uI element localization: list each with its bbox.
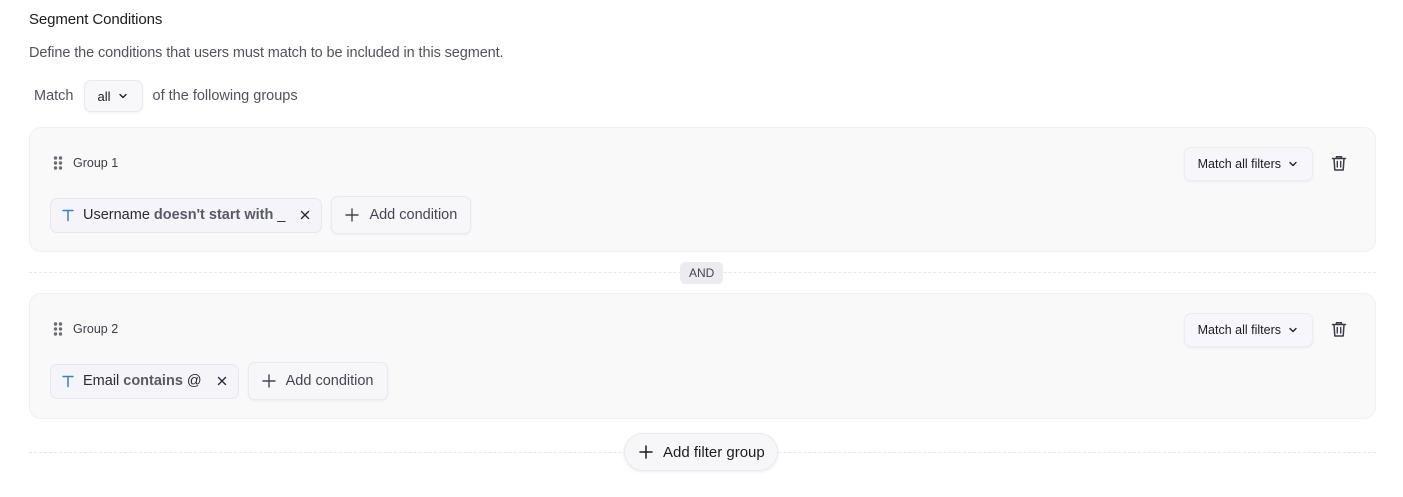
text-type-icon [62, 209, 74, 222]
filter-group: Group 2 Match all filters Email contains… [29, 293, 1376, 419]
group-filter-mode-value: Match all filters [1197, 157, 1281, 171]
group-filter-mode-value: Match all filters [1197, 323, 1281, 337]
close-icon[interactable] [216, 375, 228, 387]
condition-chip[interactable]: Email contains @ [50, 363, 239, 399]
group-name: Group 2 [73, 322, 119, 336]
trash-icon [1331, 156, 1347, 171]
close-icon[interactable] [299, 209, 311, 221]
drag-handle-icon[interactable] [52, 321, 64, 337]
chevron-down-icon [118, 93, 127, 99]
group-filter-mode-select[interactable]: Match all filters [1183, 313, 1313, 347]
match-row: Match all of the following groups [34, 80, 298, 112]
match-suffix: of the following groups [152, 88, 298, 104]
condition-row: Username doesn't start with _ Add condit… [50, 196, 472, 234]
filter-group: Group 1 Match all filters Username doesn… [29, 127, 1376, 252]
match-prefix: Match [34, 88, 74, 104]
delete-group-button[interactable] [1329, 319, 1349, 339]
chevron-down-icon [1289, 327, 1297, 333]
condition-value: _ [277, 207, 286, 223]
page-description: Define the conditions that users must ma… [29, 45, 504, 61]
chevron-down-icon [1289, 161, 1297, 167]
plus-icon [345, 208, 360, 222]
drag-handle-icon[interactable] [52, 155, 64, 171]
condition-value: @ [186, 373, 202, 389]
add-condition-button[interactable]: Add condition [247, 362, 388, 400]
group-filter-mode-select[interactable]: Match all filters [1183, 147, 1313, 181]
trash-icon [1331, 322, 1347, 337]
condition-field: Email [83, 373, 120, 389]
condition-field: Username [83, 207, 150, 223]
page-title: Segment Conditions [29, 11, 163, 28]
add-condition-label: Add condition [369, 207, 458, 223]
condition-chip[interactable]: Username doesn't start with _ [50, 197, 323, 233]
group-header: Group 2 [52, 321, 118, 337]
add-filter-group-button[interactable]: Add filter group [624, 433, 778, 471]
add-condition-button[interactable]: Add condition [331, 196, 472, 234]
text-type-icon [62, 375, 74, 388]
group-header: Group 1 [52, 155, 118, 171]
plus-icon [639, 445, 653, 459]
match-mode-select[interactable]: all [83, 80, 143, 112]
delete-group-button[interactable] [1329, 153, 1349, 173]
group-connector-badge: AND [680, 262, 724, 284]
add-filter-group-label: Add filter group [663, 443, 765, 461]
condition-row: Email contains @ Add condition [50, 362, 388, 400]
match-mode-value: all [97, 88, 111, 104]
plus-icon [261, 374, 276, 388]
condition-operator: contains [123, 373, 183, 389]
add-condition-label: Add condition [285, 373, 374, 389]
group-name: Group 1 [73, 156, 119, 170]
condition-operator: doesn't start with [153, 207, 274, 223]
